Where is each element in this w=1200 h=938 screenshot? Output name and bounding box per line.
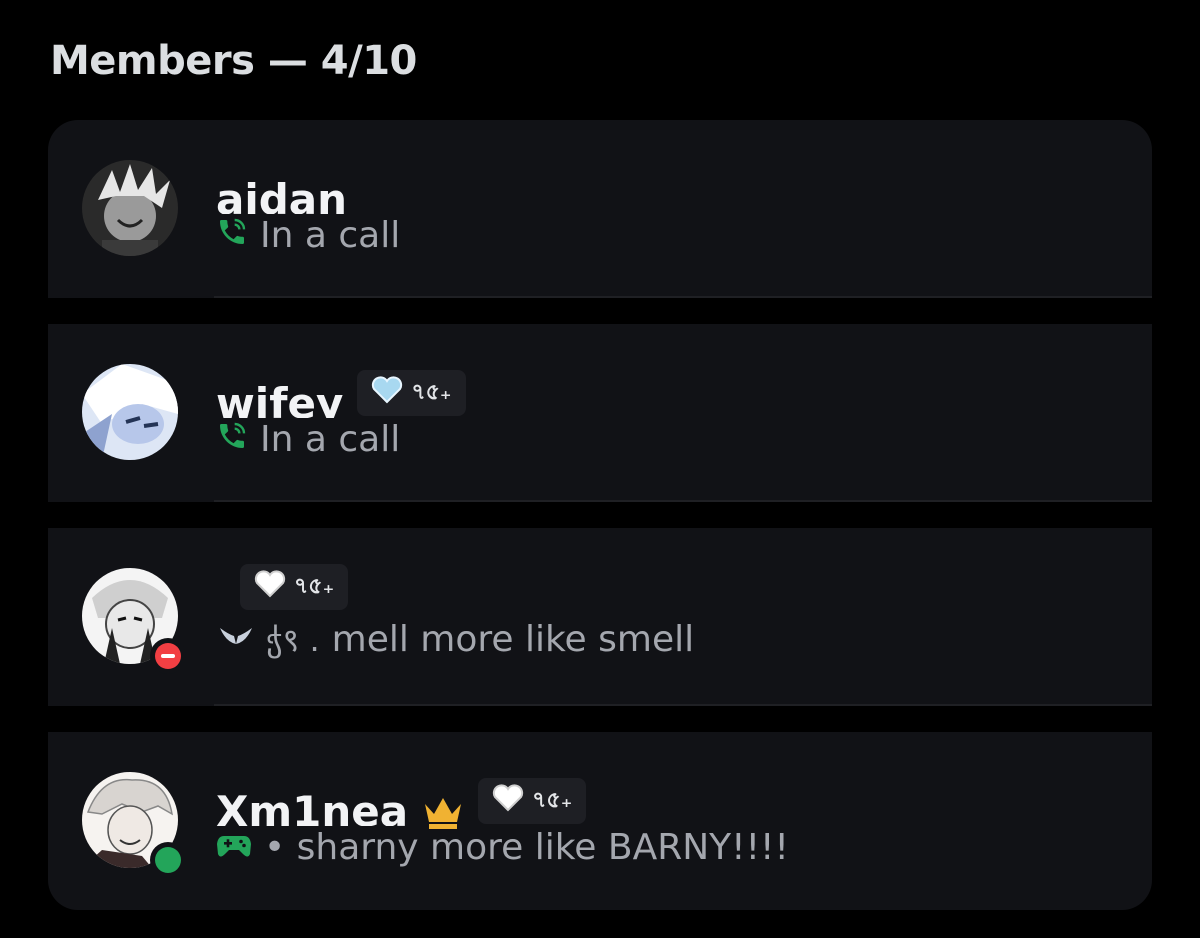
member-status-text: In a call <box>260 419 401 460</box>
gamepad-icon <box>216 828 252 869</box>
guild-tag[interactable]: ৭৫₊ <box>240 564 349 610</box>
member-name: aidan <box>216 175 348 214</box>
guild-tag-text: ৭৫₊ <box>532 787 573 813</box>
member-name: wifey <box>216 379 344 418</box>
phone-call-icon <box>216 420 248 461</box>
heart-icon <box>254 570 286 604</box>
guild-tag-text: ৭৫₊ <box>411 379 452 405</box>
guild-tag[interactable]: ৭৫₊ <box>357 370 466 416</box>
member-row-aidan[interactable]: aidan In a call <box>48 120 1152 298</box>
heart-icon <box>371 376 403 410</box>
member-name: Xm1nea <box>216 787 409 826</box>
member-status-text: mell more like smell <box>331 619 695 660</box>
phone-call-icon <box>216 216 248 257</box>
members-header: Members — 4/10 <box>50 38 417 84</box>
divider <box>214 704 1152 706</box>
status-prefix: ჭ९ . <box>266 621 320 659</box>
avatar[interactable] <box>82 364 178 460</box>
member-list: aidan In a call wifey ৭৫₊ In a call ৭৫₊ … <box>48 120 1152 910</box>
guild-tag-text: ৭৫₊ <box>294 573 335 599</box>
member-row-wifey[interactable]: wifey ৭৫₊ In a call <box>48 324 1152 502</box>
member-row-xm1nea[interactable]: Xm1nea ৭৫₊ • sharny more like BARNY!!!! <box>48 732 1152 910</box>
dnd-status-icon <box>150 638 186 674</box>
member-status-text: • sharny more like BARNY!!!! <box>264 827 789 868</box>
guild-tag[interactable]: ৭৫₊ <box>478 778 587 824</box>
member-status-text: In a call <box>260 215 401 256</box>
divider <box>214 296 1152 298</box>
divider <box>214 500 1152 502</box>
wings-icon <box>218 620 254 661</box>
avatar[interactable] <box>82 160 178 256</box>
online-status-icon <box>150 842 186 878</box>
member-row-3[interactable]: ৭৫₊ ჭ९ . mell more like smell <box>48 528 1152 706</box>
heart-icon <box>492 784 524 818</box>
